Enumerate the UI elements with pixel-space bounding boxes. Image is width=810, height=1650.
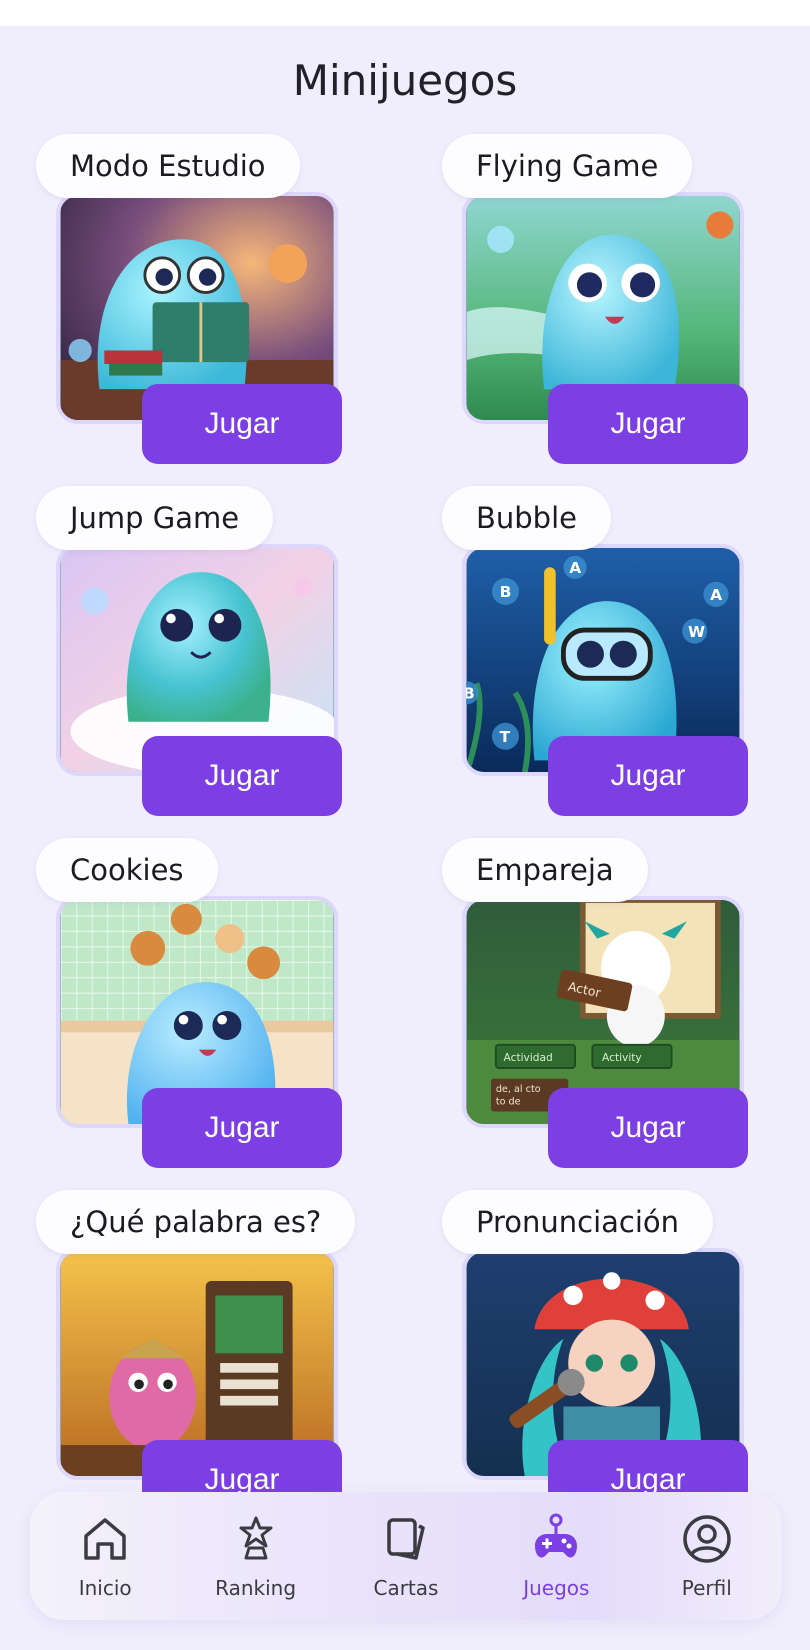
- play-button[interactable]: Jugar: [142, 736, 342, 816]
- play-button[interactable]: Jugar: [548, 1088, 748, 1168]
- play-button[interactable]: Jugar: [548, 736, 748, 816]
- bubble-letter: B: [466, 685, 475, 703]
- game-title: Flying Game: [442, 134, 693, 198]
- game-card-que-palabra-es: ¿Qué palabra es? Jugar: [36, 1190, 396, 1520]
- nav-label: Cartas: [373, 1576, 439, 1600]
- game-title: Cookies: [36, 838, 218, 902]
- nav-label: Juegos: [523, 1576, 590, 1600]
- game-title: ¿Qué palabra es?: [36, 1190, 356, 1254]
- game-title: Bubble: [442, 486, 611, 550]
- game-card-bubble: Bubble B A A W T Jugar: [442, 486, 802, 816]
- nav-item-perfil[interactable]: Perfil: [642, 1512, 772, 1600]
- match-word-card: Actividad: [504, 1051, 553, 1064]
- gamepad-icon: [535, 1513, 578, 1558]
- app-screen: Minijuegos Modo Estudio Jugar Flying Gam…: [0, 26, 810, 1650]
- game-card-pronunciacion: Pronunciación Jugar: [442, 1190, 802, 1520]
- nav-label: Perfil: [681, 1576, 732, 1600]
- nav-item-ranking[interactable]: Ranking: [191, 1512, 321, 1600]
- trophy-icon: [239, 1516, 273, 1560]
- play-button[interactable]: Jugar: [142, 384, 342, 464]
- play-button[interactable]: Jugar: [142, 1088, 342, 1168]
- play-button[interactable]: Jugar: [548, 384, 748, 464]
- match-word-card: de, al cto: [496, 1084, 541, 1095]
- bubble-letter: T: [500, 728, 511, 746]
- nav-label: Inicio: [78, 1576, 132, 1600]
- page-title: Minijuegos: [292, 56, 518, 105]
- game-title: Empareja: [442, 838, 648, 902]
- match-word-card: Activity: [602, 1051, 642, 1064]
- match-word-card: to de: [496, 1097, 521, 1108]
- game-card-modo-estudio: Modo Estudio Jugar: [36, 134, 396, 464]
- game-card-empareja: Empareja Actor Actividad Activity de, al…: [442, 838, 802, 1168]
- profile-icon: [683, 1515, 731, 1563]
- nav-item-inicio[interactable]: Inicio: [40, 1512, 170, 1600]
- bottom-navigation-bar: Inicio Ranking Cartas Juegos Perfil: [30, 1492, 782, 1620]
- game-card-flying-game: Flying Game Jugar: [442, 134, 802, 464]
- home-icon: [84, 1518, 126, 1560]
- nav-item-cartas[interactable]: Cartas: [341, 1512, 471, 1600]
- bubble-letter: W: [688, 623, 705, 641]
- cards-icon: [387, 1518, 425, 1560]
- game-card-cookies: Cookies Jugar: [36, 838, 396, 1168]
- nav-item-juegos[interactable]: Juegos: [491, 1512, 621, 1600]
- game-card-jump-game: Jump Game Jugar: [36, 486, 396, 816]
- bubble-letter: A: [710, 586, 722, 604]
- game-title: Jump Game: [36, 486, 274, 550]
- game-title: Modo Estudio: [36, 134, 300, 198]
- bubble-letter: B: [500, 583, 512, 601]
- nav-label: Ranking: [215, 1576, 297, 1600]
- bubble-letter: A: [569, 559, 581, 577]
- game-title: Pronunciación: [442, 1190, 714, 1254]
